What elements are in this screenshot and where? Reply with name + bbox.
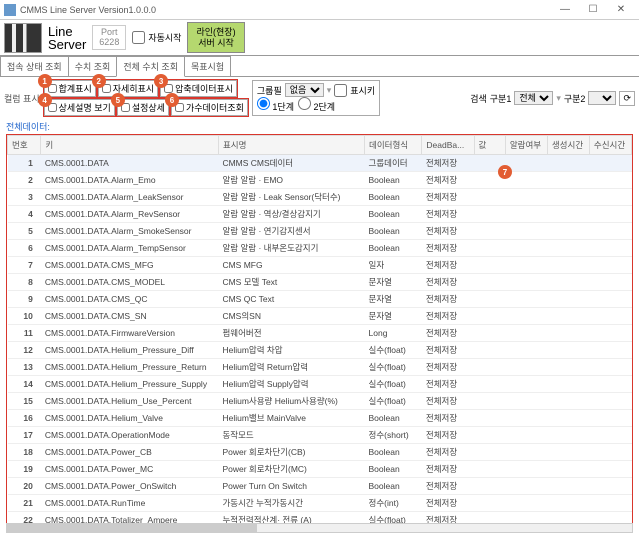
data-table-wrap: 7 번호키표시명데이터형식DeadBa...값알람여부생성시간수신시간 1CMS… <box>6 134 633 524</box>
tab-all-values[interactable]: 전체 수치 조회 <box>116 56 185 77</box>
table-row[interactable]: 20CMS.0001.DATA.Power_OnSwitchPower Turn… <box>8 478 632 495</box>
horizontal-scrollbar[interactable] <box>6 523 633 533</box>
header: Line Server Port 6228 자동시작 라인(현장) 서버 시작 <box>0 20 639 56</box>
port-box: Port 6228 <box>92 25 126 51</box>
table-row[interactable]: 10CMS.0001.DATA.CMS_SNCMS의SN문자열전체저장 <box>8 308 632 325</box>
table-row[interactable]: 12CMS.0001.DATA.Helium_Pressure_DiffHeli… <box>8 342 632 359</box>
table-row[interactable]: 15CMS.0001.DATA.Helium_Use_PercentHelium… <box>8 393 632 410</box>
chk-desc[interactable]: 상세설명 보기 4 <box>44 99 115 116</box>
app-icon <box>4 4 16 16</box>
server-logo <box>4 23 42 53</box>
gubun1-select[interactable]: 전체 <box>514 91 553 105</box>
gubun2-select[interactable] <box>588 91 616 105</box>
table-row[interactable]: 9CMS.0001.DATA.CMS_QCCMS QC Text문자열전체저장 <box>8 291 632 308</box>
show-key-checkbox[interactable] <box>334 84 347 97</box>
column-header[interactable]: 표시명 <box>218 136 364 155</box>
tab-connection[interactable]: 접속 상태 조회 <box>0 56 69 76</box>
minimize-button[interactable]: — <box>551 1 579 19</box>
table-row[interactable]: 8CMS.0001.DATA.CMS_MODELCMS 모델 Text문자열전체… <box>8 274 632 291</box>
column-header[interactable]: 번호 <box>8 136 41 155</box>
table-row[interactable]: 1CMS.0001.DATACMMS CMS데이터그룹데이터전체저장 <box>8 155 632 172</box>
table-row[interactable]: 2CMS.0001.DATA.Alarm_Emo알람 알람 · EMOBoole… <box>8 172 632 189</box>
window-title: CMMS Line Server Version1.0.0.0 <box>20 5 551 15</box>
titlebar: CMMS Line Server Version1.0.0.0 — ☐ ✕ <box>0 0 639 20</box>
group-select[interactable]: 없음 <box>285 83 324 97</box>
table-row[interactable]: 13CMS.0001.DATA.Helium_Pressure_ReturnHe… <box>8 359 632 376</box>
close-button[interactable]: ✕ <box>607 1 635 19</box>
tab-target-test[interactable]: 목표시험 <box>184 56 231 76</box>
chk-detail[interactable]: 자세히표시 2 <box>98 80 158 97</box>
maximize-button[interactable]: ☐ <box>579 1 607 19</box>
column-header[interactable]: 키 <box>41 136 219 155</box>
chk-sum[interactable]: 합계표시 1 <box>44 80 96 97</box>
table-row[interactable]: 18CMS.0001.DATA.Power_CBPower 회로차단기(CB)B… <box>8 444 632 461</box>
table-row[interactable]: 6CMS.0001.DATA.Alarm_TempSensor알람 알람 · 내… <box>8 240 632 257</box>
column-header[interactable]: 알람여부 <box>505 136 547 155</box>
table-row[interactable]: 14CMS.0001.DATA.Helium_Pressure_SupplyHe… <box>8 376 632 393</box>
refresh-button[interactable]: ⟳ <box>619 91 635 106</box>
auto-start-checkbox[interactable]: 자동시작 <box>132 31 181 44</box>
column-header[interactable]: 생성시간 <box>547 136 589 155</box>
group-box: 그룹필 없음 ▾ 표시키 1단계 2단계 <box>252 80 380 116</box>
table-row[interactable]: 5CMS.0001.DATA.Alarm_SmokeSensor알람 알람 · … <box>8 223 632 240</box>
level1-radio[interactable]: 1단계 <box>257 97 294 113</box>
start-server-button[interactable]: 라인(현장) 서버 시작 <box>187 22 244 54</box>
data-table: 번호키표시명데이터형식DeadBa...값알람여부생성시간수신시간 1CMS.0… <box>7 135 632 524</box>
table-row[interactable]: 19CMS.0001.DATA.Power_MCPower 회로차단기(MC)B… <box>8 461 632 478</box>
table-row[interactable]: 4CMS.0001.DATA.Alarm_RevSensor알람 알람 · 역상… <box>8 206 632 223</box>
column-header[interactable]: DeadBa... <box>422 136 474 155</box>
column-display-label: 컬럼 표시 <box>4 92 40 105</box>
table-row[interactable]: 11CMS.0001.DATA.FirmwareVersion펌웨어버전Long… <box>8 325 632 342</box>
chk-fake[interactable]: 가수데이터조회 6 <box>171 99 248 116</box>
table-row[interactable]: 16CMS.0001.DATA.Helium_ValveHelium밸브 Mai… <box>8 410 632 427</box>
brand: Line Server <box>48 25 86 51</box>
column-header[interactable]: 데이터형식 <box>365 136 422 155</box>
level2-radio[interactable]: 2단계 <box>298 97 335 113</box>
filter-bar: 컬럼 표시 합계표시 1 자세히표시 2 압축데이터표시 3 상세설명 보기 4… <box>0 77 639 119</box>
column-header[interactable]: 값 <box>474 136 505 155</box>
scrollbar-thumb[interactable] <box>7 524 257 532</box>
table-row[interactable]: 17CMS.0001.DATA.OperationMode동작모드정수(shor… <box>8 427 632 444</box>
table-row[interactable]: 3CMS.0001.DATA.Alarm_LeakSensor알람 알람 · L… <box>8 189 632 206</box>
table-row[interactable]: 21CMS.0001.DATA.RunTime가동시간 누적가동시간정수(int… <box>8 495 632 512</box>
column-header[interactable]: 수신시간 <box>589 136 631 155</box>
tab-values[interactable]: 수치 조회 <box>68 56 118 76</box>
chk-settings[interactable]: 설정상세 5 <box>117 99 169 116</box>
total-data-label: 전체데이터: <box>0 119 639 134</box>
table-row[interactable]: 7CMS.0001.DATA.CMS_MFGCMS MFG일자전체저장 <box>8 257 632 274</box>
